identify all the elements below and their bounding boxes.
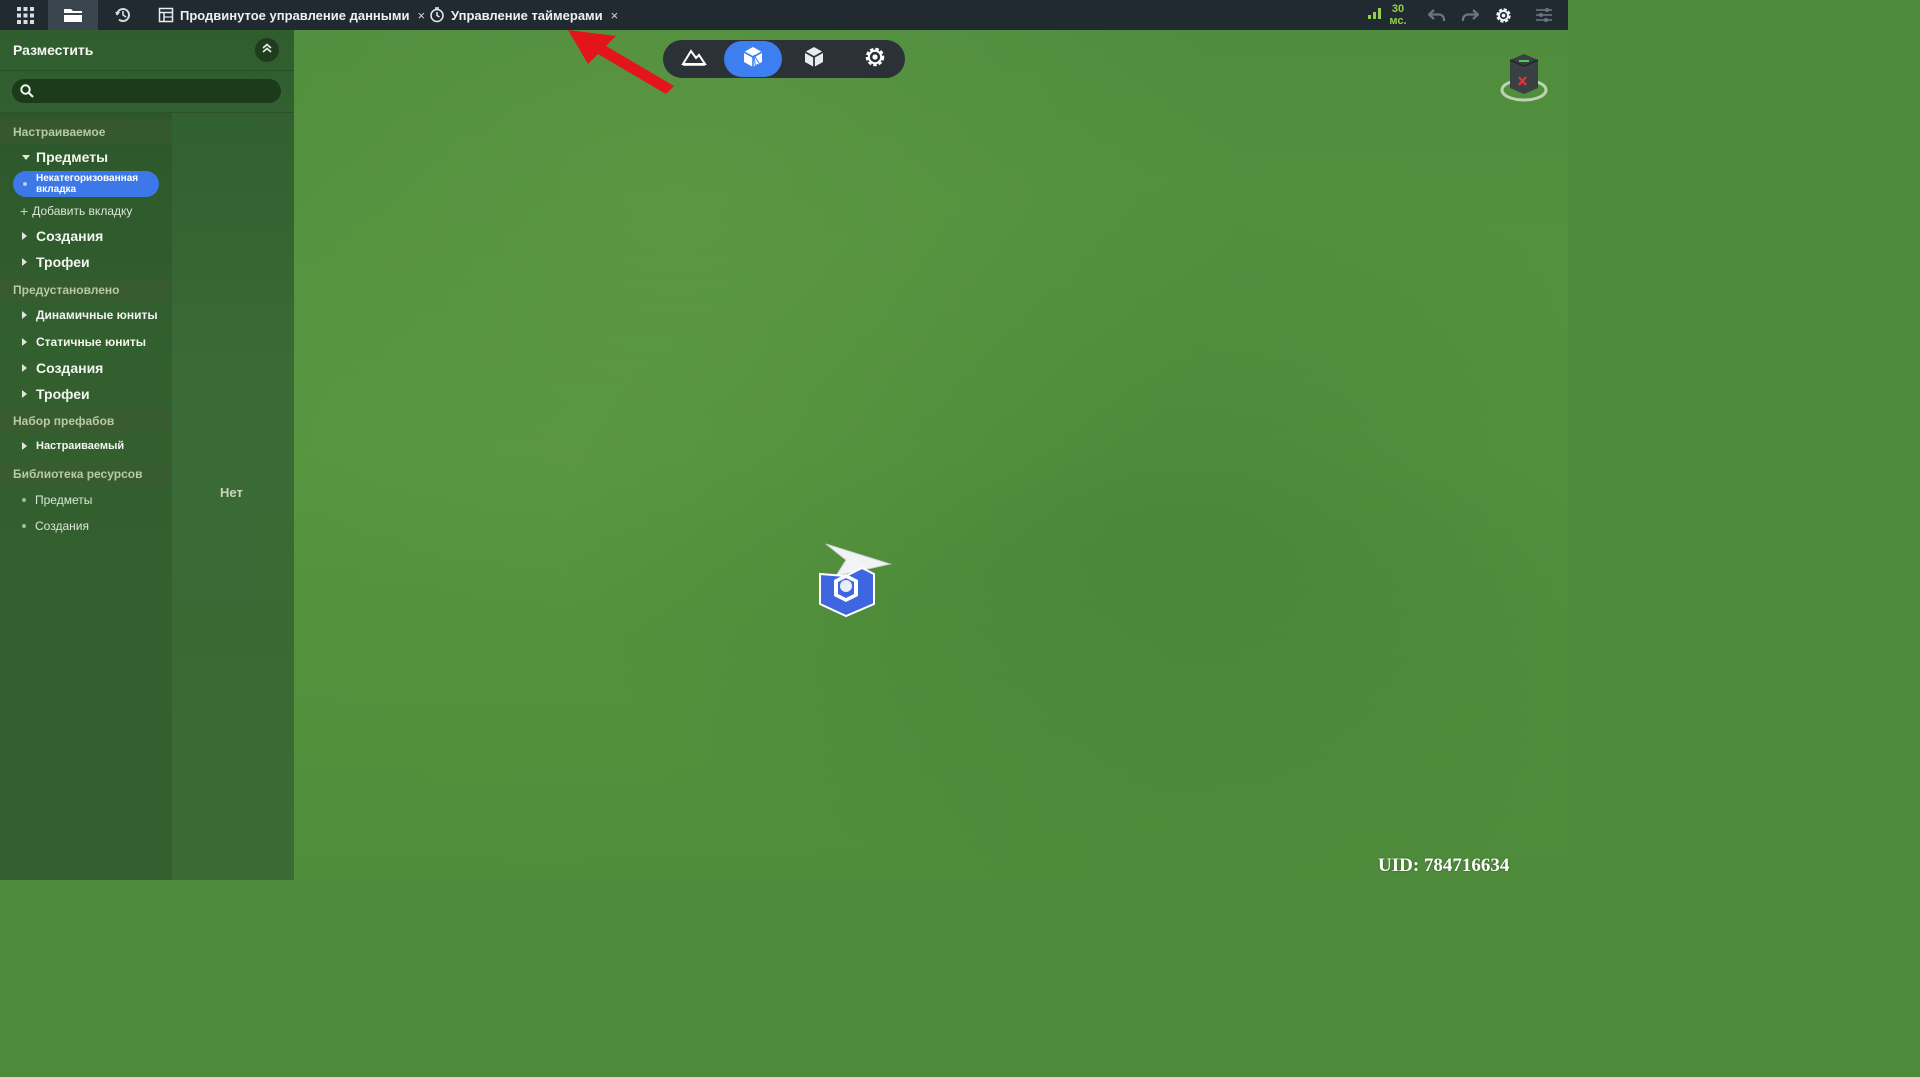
orientation-gizmo[interactable] — [1498, 52, 1550, 106]
signal-icon — [1368, 6, 1381, 24]
timer-icon — [429, 7, 445, 23]
tree-item-preset-trophies[interactable]: Трофеи — [22, 386, 90, 402]
place-panel: Разместить Настраиваемое Предметы Некате… — [0, 30, 294, 880]
bullet-icon — [22, 524, 26, 528]
section-label: Предустановлено — [13, 283, 120, 297]
tree-item-library-creations[interactable]: Создания — [22, 519, 89, 533]
add-tab-button[interactable]: + Добавить вкладку — [20, 203, 132, 219]
plus-icon: + — [20, 203, 29, 219]
chevron-right-icon — [22, 258, 27, 266]
history-icon[interactable] — [110, 0, 136, 30]
section-prefab: Набор префабов — [0, 409, 172, 433]
chevron-right-icon — [22, 311, 27, 319]
gear-icon[interactable] — [1491, 0, 1515, 30]
panel-header: Разместить — [0, 30, 294, 71]
item-label: Трофеи — [36, 386, 90, 402]
search-box[interactable] — [12, 79, 281, 105]
tree-item-items[interactable]: Предметы — [22, 149, 108, 165]
panel-title: Разместить — [13, 42, 94, 58]
apps-grid-icon[interactable] — [12, 0, 38, 30]
pill-label: Некатегоризованная вкладка — [36, 173, 139, 195]
annotation-arrow — [566, 28, 678, 96]
section-label: Настраиваемое — [13, 125, 106, 139]
tab-advanced-data[interactable]: Продвинутое управление данными × — [158, 0, 425, 30]
bullet-icon — [22, 498, 26, 502]
item-label: Настраиваемый — [36, 440, 125, 452]
section-label: Набор префабов — [13, 414, 115, 428]
close-icon[interactable]: × — [611, 8, 619, 23]
search-icon — [20, 84, 34, 103]
item-label: Создания — [36, 228, 104, 244]
settings-mode-button[interactable] — [846, 41, 904, 77]
collapse-button[interactable] — [255, 38, 279, 62]
section-library: Библиотека ресурсов — [0, 462, 172, 486]
redo-icon[interactable] — [1458, 0, 1482, 30]
chevron-down-icon — [22, 154, 30, 160]
uid-label: UID: 784716634 — [1378, 855, 1510, 876]
tree-item-prefab-custom[interactable]: Настраиваемый — [22, 440, 124, 452]
ping-unit: мс. — [1389, 15, 1407, 27]
sliders-icon[interactable] — [1532, 0, 1556, 30]
item-label: Добавить вкладку — [32, 204, 133, 218]
mode-toolbar — [663, 40, 905, 78]
scene-viewport[interactable] — [294, 30, 1568, 880]
tree-item-library-items[interactable]: Предметы — [22, 493, 92, 507]
table-icon — [158, 7, 174, 23]
tab-label: Продвинутое управление данными — [180, 7, 410, 23]
tab-uncategorized[interactable]: Некатегоризованная вкладка — [13, 171, 159, 197]
ping-indicator: 30 мс. — [1368, 0, 1409, 30]
bullet-icon — [23, 182, 27, 186]
tree-item-static-units[interactable]: Статичные юниты — [22, 335, 146, 349]
section-label: Библиотека ресурсов — [13, 467, 143, 481]
tree-item-preset-creations[interactable]: Создания — [22, 360, 103, 376]
entity-place-mode-button[interactable] — [724, 41, 782, 77]
tree-item-creations[interactable]: Создания — [22, 228, 103, 244]
chevron-double-up-icon — [261, 41, 273, 59]
close-icon[interactable]: × — [417, 8, 425, 23]
section-custom: Настраиваемое — [0, 120, 172, 144]
item-label: Предметы — [35, 493, 93, 507]
top-bar: Продвинутое управление данными × Управле… — [0, 0, 1568, 30]
item-label: Предметы — [36, 149, 109, 165]
chevron-right-icon — [22, 338, 27, 346]
item-label: Трофеи — [36, 254, 90, 270]
chevron-right-icon — [22, 364, 27, 372]
item-label: Создания — [35, 519, 89, 533]
cube-mode-button[interactable] — [785, 41, 843, 77]
section-preset: Предустановлено — [0, 278, 172, 302]
empty-label: Нет — [220, 485, 243, 500]
undo-icon[interactable] — [1425, 0, 1449, 30]
chevron-right-icon — [22, 390, 27, 398]
tree-item-dynamic-units[interactable]: Динамичные юниты — [22, 308, 158, 322]
item-label: Статичные юниты — [36, 335, 146, 349]
tab-label: Управление таймерами — [451, 7, 603, 23]
ping-value: 30 мс. — [1387, 3, 1409, 27]
ping-number: 30 — [1391, 3, 1405, 15]
tab-timer-management[interactable]: Управление таймерами × — [429, 0, 618, 30]
spawn-point-marker[interactable] — [816, 542, 892, 620]
item-label: Создания — [36, 360, 104, 376]
chevron-right-icon — [22, 442, 27, 450]
entity-place-icon — [741, 45, 765, 74]
tree-item-trophies[interactable]: Трофеи — [22, 254, 90, 270]
folder-icon[interactable] — [48, 0, 98, 30]
chevron-right-icon — [22, 232, 27, 240]
cube-icon — [803, 45, 825, 74]
item-label: Динамичные юниты — [36, 308, 158, 322]
terrain-icon — [681, 47, 707, 72]
search-input[interactable] — [42, 79, 276, 105]
divider — [0, 112, 294, 113]
settings-gear-icon — [863, 45, 887, 74]
